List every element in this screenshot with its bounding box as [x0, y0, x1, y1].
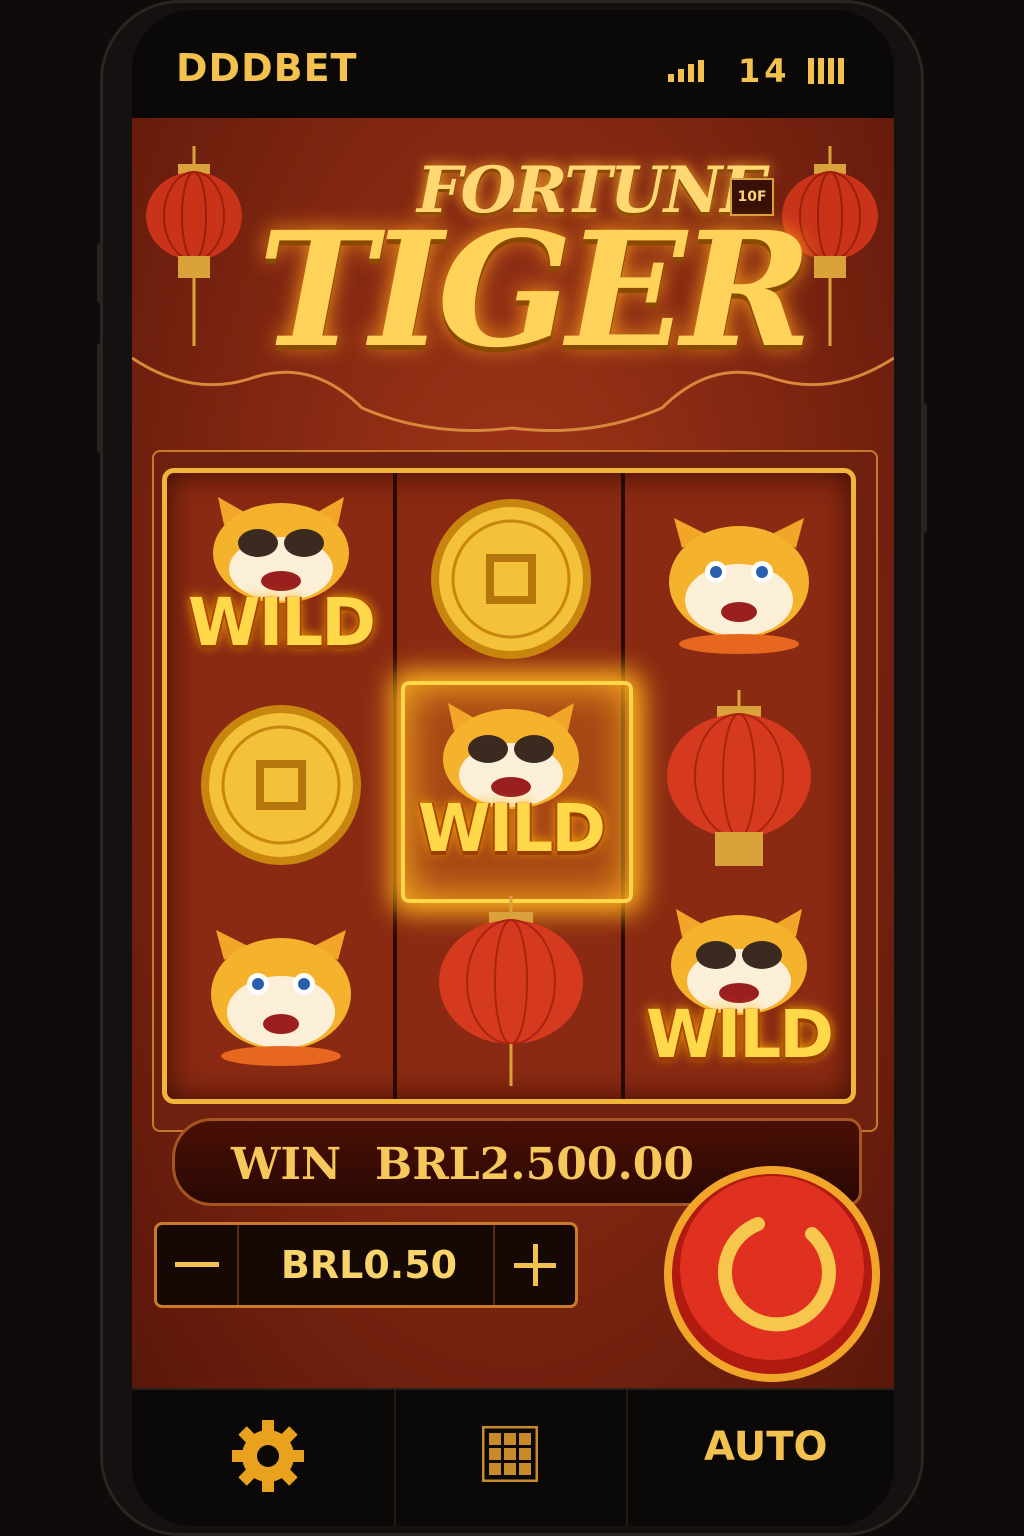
brand-logo: DDDBET	[176, 46, 358, 90]
gold-coin-icon	[431, 499, 591, 659]
signal-bars-icon	[668, 60, 714, 82]
lantern-icon	[667, 690, 811, 866]
symbol-wild-tiger: WILD	[171, 479, 391, 679]
toolbar-divider	[626, 1390, 628, 1526]
game-header: FORTUNE 10F TIGER	[132, 118, 894, 438]
grid-icon[interactable]	[482, 1426, 538, 1482]
symbol-wild-tiger: WILD	[401, 685, 621, 885]
gold-coin-icon	[201, 705, 361, 865]
lantern-icon	[146, 146, 242, 346]
bet-stepper: BRL0.50	[154, 1222, 578, 1308]
bet-increase-button[interactable]	[493, 1225, 575, 1305]
win-amount: BRL2.500.00	[375, 1139, 695, 1190]
side-button	[97, 243, 103, 303]
bet-decrease-button[interactable]	[157, 1225, 237, 1305]
status-bar: DDDBET 14	[132, 10, 894, 118]
symbol-gold-coin	[171, 685, 391, 885]
symbol-tiger	[171, 891, 391, 1091]
symbol-gold-coin	[401, 479, 621, 679]
wild-label: WILD	[645, 996, 834, 1073]
reels-grid: WILD WILD WILD	[162, 468, 856, 1104]
battery-icon	[808, 58, 850, 84]
bottom-toolbar: AUTO	[132, 1388, 894, 1526]
game-area: FORTUNE 10F TIGER WILD WILD WILD WIN BRL…	[132, 118, 894, 1388]
symbol-lantern	[401, 891, 621, 1091]
tiger-icon	[211, 930, 351, 1066]
minus-icon	[175, 1262, 219, 1267]
win-label: WIN	[231, 1139, 342, 1190]
lantern-icon	[439, 896, 583, 1086]
gear-icon[interactable]	[232, 1420, 304, 1492]
tiger-icon	[669, 518, 809, 654]
wild-label: WILD	[417, 790, 606, 867]
toolbar-divider	[394, 1390, 396, 1526]
plus-icon	[514, 1244, 556, 1286]
power-button	[921, 403, 927, 533]
symbol-wild-tiger: WILD	[629, 891, 849, 1091]
symbol-lantern	[629, 685, 849, 885]
bet-amount: BRL0.50	[237, 1225, 499, 1305]
auto-spin-button[interactable]: AUTO	[704, 1424, 828, 1470]
symbol-tiger	[629, 479, 849, 679]
title-tiger: TIGER	[258, 198, 812, 383]
spin-button[interactable]	[662, 1164, 882, 1384]
wild-label: WILD	[187, 584, 376, 661]
phone-screen: DDDBET 14 FORTUNE 10F TIGER WILD WILD WI…	[132, 10, 894, 1526]
clock: 14	[738, 52, 791, 90]
reel-divider	[393, 473, 397, 1099]
volume-button	[97, 343, 103, 453]
